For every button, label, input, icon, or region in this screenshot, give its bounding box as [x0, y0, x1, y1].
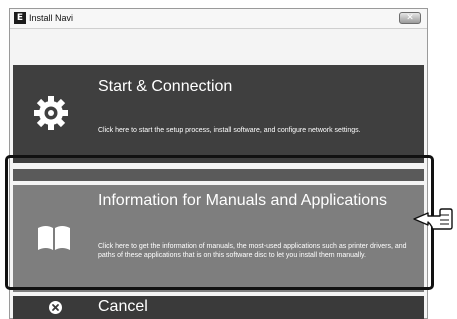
app-icon: E	[14, 12, 26, 24]
screenshot: E Install Navi ✕ Start & Connection Clic…	[0, 0, 457, 319]
window-title: Install Navi	[29, 13, 74, 23]
start-connection-description: Click here to start the setup process, i…	[98, 127, 361, 134]
close-button[interactable]: ✕	[399, 12, 421, 24]
cancel-label: Cancel	[98, 298, 148, 315]
cancel-button[interactable]: Cancel	[13, 296, 424, 319]
start-connection-title: Start & Connection	[98, 78, 233, 95]
close-icon: ✕	[406, 13, 414, 23]
title-bar: E Install Navi ✕	[10, 9, 427, 29]
cancel-icon	[49, 301, 62, 314]
gear-icon	[34, 96, 68, 130]
highlight-frame	[5, 155, 434, 290]
start-connection-button[interactable]: Start & Connection Click here to start t…	[13, 65, 424, 163]
pointing-hand-icon	[413, 208, 453, 230]
